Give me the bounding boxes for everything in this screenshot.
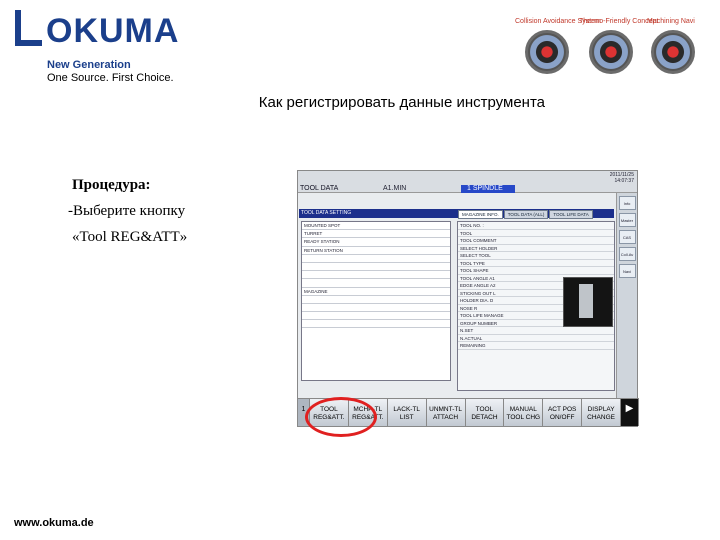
- info-row: TOOL SHAPE: [458, 267, 614, 275]
- tagline: New Generation One Source. First Choice.: [47, 59, 174, 85]
- table-row: TURRET: [302, 230, 450, 239]
- info-row: TOOL: [458, 230, 614, 237]
- side-button[interactable]: Info: [618, 196, 636, 210]
- table-row: RETURN STATION: [302, 247, 450, 255]
- okuma-logo-icon: [15, 10, 42, 46]
- table-row: [302, 320, 450, 329]
- side-button[interactable]: Navi: [618, 264, 636, 278]
- table-row: [302, 279, 450, 288]
- unmnt-tl-attach-button[interactable]: UNMNT-TL ATTACH: [426, 399, 466, 426]
- side-button[interactable]: Coll.Av: [618, 247, 636, 261]
- procedure-button-name: «Tool REG&ATT»: [72, 229, 188, 245]
- side-button[interactable]: CAS: [618, 230, 636, 244]
- screen-tabs: MAGAZINE INFO. TOOL DATA (ALL) TOOL LIFE…: [458, 210, 593, 219]
- table-row: [302, 271, 450, 280]
- info-row: REMAINING: [458, 342, 614, 350]
- info-row: TOOL NO. :: [458, 222, 614, 230]
- info-row: TOOL COMMENT: [458, 237, 614, 245]
- screen-clock: 2011/11/25 14:07:37: [610, 172, 634, 184]
- info-row: TOOL TYPE: [458, 260, 614, 267]
- badge-caption: Machining Navi: [647, 18, 695, 25]
- screen-mode: TOOL DATA: [300, 185, 339, 192]
- table-row: READY STATION: [302, 238, 450, 247]
- collision-avoidance-badge-icon: [525, 30, 569, 74]
- screen-time: 14:07:37: [614, 178, 634, 184]
- tagline-line1: New Generation: [47, 59, 131, 71]
- act-pos-on-off-button[interactable]: ACT POS ON/OFF: [543, 399, 583, 426]
- machining-navi-badge-icon: [651, 30, 695, 74]
- procedure-step: -Выберите кнопку: [68, 203, 186, 219]
- next-page-arrow-icon[interactable]: ▶: [621, 399, 639, 426]
- okuma-logo: OKUMA: [12, 8, 202, 52]
- screen-program: A1.MIN: [383, 185, 407, 192]
- table-row: [302, 255, 450, 263]
- tagline-line2: One Source. First Choice.: [47, 72, 174, 84]
- screen-header: TOOL DATA A1.MIN 1 SPINDLE 2011/11/25 14:…: [298, 171, 637, 193]
- tab-tool-data-all[interactable]: TOOL DATA (ALL): [503, 210, 549, 219]
- manual-tool-chg-button[interactable]: MANUAL TOOL CHG: [504, 399, 544, 426]
- side-button[interactable]: Master: [618, 213, 636, 227]
- footer-url: www.okuma.de: [14, 517, 94, 529]
- feature-badges: Collision Avoidance System Thermo-Friend…: [515, 18, 705, 80]
- table-row: [302, 304, 450, 313]
- tool-shape-diagram: [563, 277, 613, 327]
- table-row: MOUNTED SPOT: [302, 222, 450, 231]
- info-row: SELECT TOOL: [458, 252, 614, 260]
- table-row: [302, 312, 450, 321]
- display-change-button[interactable]: DISPLAY CHANGE: [582, 399, 621, 426]
- thermo-friendly-badge-icon: [589, 30, 633, 74]
- info-row: N.SET: [458, 327, 614, 335]
- lack-tl-list-button[interactable]: LACK-TL LIST: [387, 399, 427, 426]
- screen-spindle: 1 SPINDLE: [461, 185, 515, 193]
- cnc-screen-screenshot: TOOL DATA A1.MIN 1 SPINDLE 2011/11/25 14:…: [297, 170, 639, 427]
- side-panel: Info Master CAS Coll.Av Navi: [616, 193, 637, 400]
- procedure-text: Процедура: -Выберите кнопку «Tool REG&AT…: [68, 172, 187, 250]
- tool-info-panel: TOOL NO. : TOOL TOOL COMMENT SELECT HOLD…: [457, 221, 615, 391]
- procedure-heading: Процедура:: [72, 177, 151, 193]
- slide-title: Как регистрировать данные инструмента: [258, 94, 545, 111]
- tool-detach-button[interactable]: TOOL DETACH: [465, 399, 505, 426]
- table-row: [302, 263, 450, 272]
- tab-magazine-info[interactable]: MAGAZINE INFO.: [458, 210, 503, 219]
- magazine-table: MOUNTED SPOT TURRET READY STATION RETURN…: [301, 221, 451, 381]
- table-row: MAGAZINE: [302, 288, 450, 296]
- tab-tool-life-data[interactable]: TOOL LIFE DATA: [549, 210, 593, 219]
- highlight-circle: [305, 397, 377, 437]
- info-row: N.ACTUAL: [458, 335, 614, 342]
- table-row: [302, 296, 450, 304]
- info-row: SELECT HOLDER: [458, 245, 614, 252]
- brand-name: OKUMA: [46, 12, 180, 50]
